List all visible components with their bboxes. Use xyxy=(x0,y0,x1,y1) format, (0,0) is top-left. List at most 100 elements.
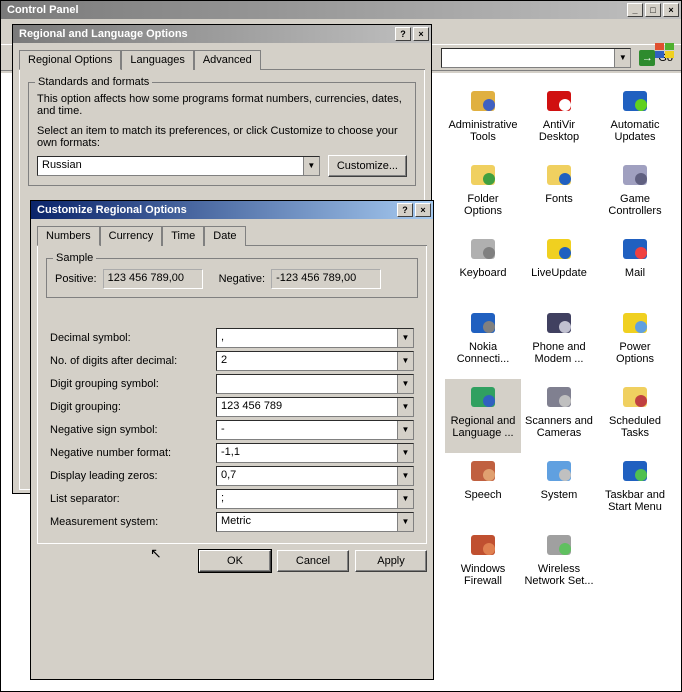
standards-desc1: This option affects how some programs fo… xyxy=(37,93,407,117)
cp-item-label: Keyboard xyxy=(459,267,506,279)
cp-item-icon xyxy=(543,529,575,561)
cp-item-icon xyxy=(467,85,499,117)
cp-item-label: Taskbar and Start Menu xyxy=(599,489,671,513)
control-panel-item[interactable]: System xyxy=(521,453,597,527)
customize-dialog: Customize Regional Options ? × NumbersCu… xyxy=(30,200,434,680)
icon-grid: Administrative ToolsAntiVir DesktopAutom… xyxy=(441,73,681,611)
setting-label: No. of digits after decimal: xyxy=(50,355,210,367)
apply-button[interactable]: Apply xyxy=(355,550,427,572)
cp-item-label: Wireless Network Set... xyxy=(523,563,595,587)
control-panel-item[interactable]: Fonts xyxy=(521,157,597,231)
customize-body: NumbersCurrencyTimeDate Sample Positive:… xyxy=(31,219,433,578)
cp-item-icon xyxy=(543,233,575,265)
control-panel-item[interactable]: Phone and Modem ... xyxy=(521,305,597,379)
setting-row: Digit grouping: 123 456 789▼ xyxy=(50,397,414,417)
tab-languages[interactable]: Languages xyxy=(121,50,193,70)
number-settings: Decimal symbol: ,▼ No. of digits after dec… xyxy=(46,328,418,532)
address-combo[interactable]: ▼ xyxy=(441,48,631,68)
ok-button[interactable]: OK xyxy=(199,550,271,572)
cp-item-icon xyxy=(543,455,575,487)
locale-combo[interactable]: Russian ▼ xyxy=(37,156,320,176)
control-panel-item[interactable]: Folder Options xyxy=(445,157,521,231)
close-button[interactable]: × xyxy=(663,3,679,17)
cp-item-icon xyxy=(619,381,651,413)
control-panel-item[interactable]: Scanners and Cameras xyxy=(521,379,597,453)
control-panel-item[interactable]: Wireless Network Set... xyxy=(521,527,597,601)
setting-combo[interactable]: -▼ xyxy=(216,420,414,440)
chevron-down-icon[interactable]: ▼ xyxy=(397,329,413,347)
cp-item-icon xyxy=(619,159,651,191)
cp-item-label: Scanners and Cameras xyxy=(523,415,595,439)
positive-label: Positive: xyxy=(55,273,97,285)
locale-value: Russian xyxy=(38,157,303,175)
cp-item-label: Nokia Connecti... xyxy=(447,341,519,365)
control-panel-item[interactable]: Speech xyxy=(445,453,521,527)
control-panel-title: Control Panel xyxy=(3,4,625,16)
control-panel-titlebar[interactable]: Control Panel _ □ × xyxy=(1,1,681,19)
maximize-button[interactable]: □ xyxy=(645,3,661,17)
customize-titlebar[interactable]: Customize Regional Options ? × xyxy=(31,201,433,219)
tab-date[interactable]: Date xyxy=(204,226,245,246)
setting-row: Negative number format:-1,1▼ xyxy=(50,443,414,463)
cp-item-label: Automatic Updates xyxy=(599,119,671,143)
tab-numbers[interactable]: Numbers xyxy=(37,226,100,246)
setting-combo[interactable]: ;▼ xyxy=(216,489,414,509)
tab-currency[interactable]: Currency xyxy=(100,226,163,246)
chevron-down-icon[interactable]: ▼ xyxy=(397,490,413,508)
chevron-down-icon[interactable]: ▼ xyxy=(397,398,413,416)
tab-time[interactable]: Time xyxy=(162,226,204,246)
setting-combo[interactable]: ,▼ xyxy=(216,328,414,348)
close-button[interactable]: × xyxy=(415,203,431,217)
chevron-down-icon[interactable]: ▼ xyxy=(397,444,413,462)
setting-combo[interactable]: ▼ xyxy=(216,374,414,394)
cp-item-label: LiveUpdate xyxy=(531,267,587,279)
control-panel-item[interactable]: Game Controllers xyxy=(597,157,673,231)
control-panel-item[interactable]: Mail xyxy=(597,231,673,305)
control-panel-item[interactable]: Taskbar and Start Menu xyxy=(597,453,673,527)
cp-item-icon xyxy=(467,159,499,191)
setting-combo[interactable]: -1,1▼ xyxy=(216,443,414,463)
dialog-button-row: OK Cancel Apply xyxy=(37,544,427,572)
control-panel-item[interactable]: Automatic Updates xyxy=(597,83,673,157)
cp-item-icon xyxy=(543,307,575,339)
setting-combo[interactable]: Metric▼ xyxy=(216,512,414,532)
setting-label: Digit grouping: xyxy=(50,401,210,413)
control-panel-item[interactable]: Windows Firewall xyxy=(445,527,521,601)
setting-label: Decimal symbol: xyxy=(50,332,210,344)
control-panel-item[interactable]: Power Options xyxy=(597,305,673,379)
chevron-down-icon[interactable]: ▼ xyxy=(303,157,319,175)
chevron-down-icon[interactable]: ▼ xyxy=(397,375,413,393)
chevron-down-icon[interactable]: ▼ xyxy=(397,513,413,531)
chevron-down-icon[interactable]: ▼ xyxy=(397,421,413,439)
setting-combo[interactable]: 0,7▼ xyxy=(216,466,414,486)
cp-item-icon xyxy=(543,381,575,413)
cp-item-icon xyxy=(467,307,499,339)
close-button[interactable]: × xyxy=(413,27,429,41)
cp-item-label: Speech xyxy=(464,489,501,501)
control-panel-item[interactable]: Keyboard xyxy=(445,231,521,305)
control-panel-item[interactable]: LiveUpdate xyxy=(521,231,597,305)
help-button[interactable]: ? xyxy=(397,203,413,217)
cp-item-label: Phone and Modem ... xyxy=(523,341,595,365)
control-panel-item[interactable]: Regional and Language ... xyxy=(445,379,521,453)
setting-combo[interactable]: 123 456 789▼ xyxy=(216,397,414,417)
cp-item-icon xyxy=(467,529,499,561)
control-panel-item[interactable]: Nokia Connecti... xyxy=(445,305,521,379)
cp-item-icon xyxy=(467,455,499,487)
regional-dialog-titlebar[interactable]: Regional and Language Options ? × xyxy=(13,25,431,43)
help-button[interactable]: ? xyxy=(395,27,411,41)
minimize-button[interactable]: _ xyxy=(627,3,643,17)
setting-combo[interactable]: 2▼ xyxy=(216,351,414,371)
customize-title: Customize Regional Options xyxy=(33,204,395,216)
tab-regional-options[interactable]: Regional Options xyxy=(19,50,121,70)
tab-advanced[interactable]: Advanced xyxy=(194,50,261,70)
control-panel-item[interactable]: Scheduled Tasks xyxy=(597,379,673,453)
chevron-down-icon[interactable]: ▼ xyxy=(397,467,413,485)
control-panel-item[interactable]: Administrative Tools xyxy=(445,83,521,157)
chevron-down-icon[interactable]: ▼ xyxy=(614,49,630,67)
chevron-down-icon[interactable]: ▼ xyxy=(397,352,413,370)
customize-button[interactable]: Customize... xyxy=(328,155,407,177)
cancel-button[interactable]: Cancel xyxy=(277,550,349,572)
negative-sample: -123 456 789,00 xyxy=(271,269,381,289)
control-panel-item[interactable]: AntiVir Desktop xyxy=(521,83,597,157)
